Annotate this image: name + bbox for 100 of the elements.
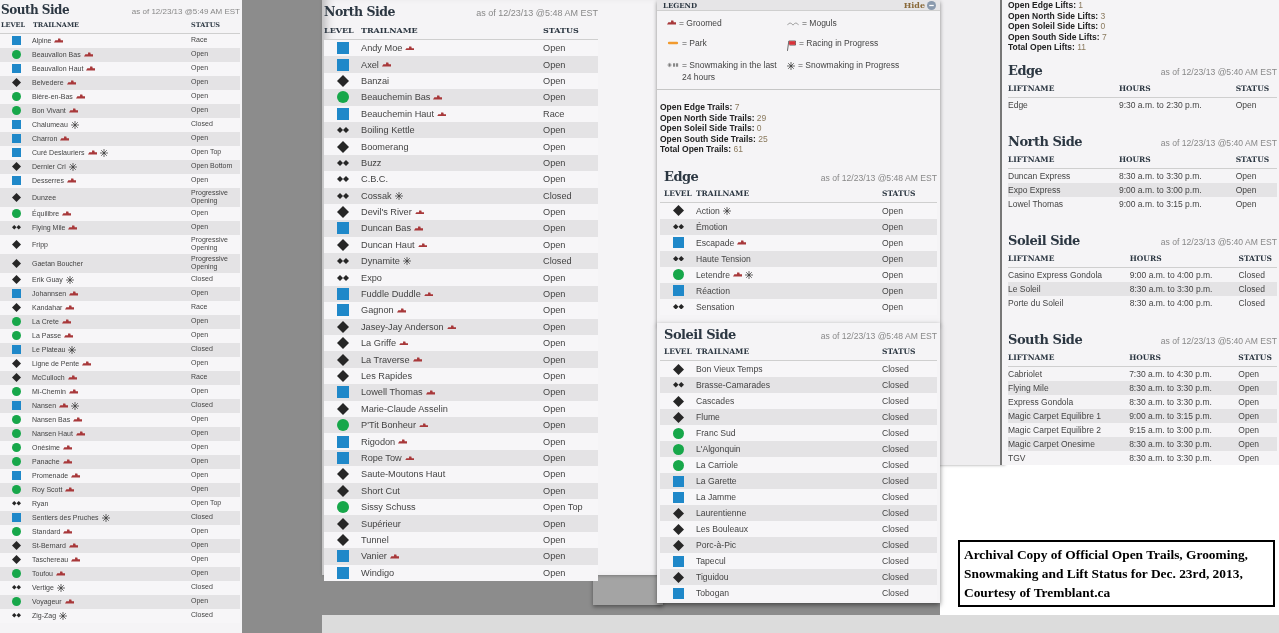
trail-name: Réaction xyxy=(696,285,730,296)
section-title: Soleil Side xyxy=(664,327,736,342)
moguls-icon xyxy=(787,20,799,26)
circle-icon xyxy=(672,443,684,455)
trail-status: Open xyxy=(543,485,567,496)
trail-status: Open xyxy=(543,321,567,332)
timestamp: as of 12/23/13 @5:48 AM EST xyxy=(476,8,598,18)
trail-name: Boomerang xyxy=(361,141,409,152)
trail-name: Letendre xyxy=(696,269,730,280)
circle-icon xyxy=(11,569,21,578)
lift-hours: 8:30 a.m. to 3:30 p.m. xyxy=(1129,450,1239,465)
lift-status: Open xyxy=(1238,394,1277,409)
circle-icon xyxy=(11,92,21,101)
lift-name: Flying Mile xyxy=(1008,380,1130,395)
lift-hours: 8:30 a.m. to 4:00 p.m. xyxy=(1129,295,1239,310)
section-title: Edge xyxy=(664,168,699,184)
trail-status: Closed xyxy=(882,444,910,454)
trail-name: Expo xyxy=(361,272,382,283)
trail-name: Sensation xyxy=(696,301,735,312)
trail-status: Closed xyxy=(543,256,573,267)
legend-label: = Groomed xyxy=(679,17,722,29)
lift-hours: 9:00 a.m. to 3:15 p.m. xyxy=(1129,408,1239,423)
trail-status: Open xyxy=(543,452,567,463)
square-icon xyxy=(336,42,349,55)
archival-note: Archival Copy of Official Open Trails, Grooming, Snowmaking and Lift Status for Dec. 23rd, 2013, Courtesy of Tremblant.ca xyxy=(958,540,1275,607)
trail-name: Rigodon xyxy=(361,436,396,447)
trail-status: Open xyxy=(543,125,567,136)
trail-name: Cossak xyxy=(361,190,392,201)
double-diamond-icon xyxy=(672,382,684,388)
lift-name: Express Gondola xyxy=(1008,394,1130,409)
double-diamond-icon xyxy=(11,501,21,506)
trail-name: Supérieur xyxy=(361,518,401,529)
trail-name: Porc-à-Pic xyxy=(696,540,737,550)
flag-icon xyxy=(787,40,796,51)
trail-name: Les Rapides xyxy=(361,371,413,381)
lift-count: Open South Side Lifts: 7 xyxy=(1008,31,1108,42)
trail-name: Saute-Moutons Haut xyxy=(361,469,446,480)
trail-name: Franc Sud xyxy=(696,428,736,438)
trail-status: Open xyxy=(543,207,567,218)
trail-name: La Griffe xyxy=(361,338,397,349)
square-icon xyxy=(11,134,21,143)
square-icon xyxy=(336,107,349,120)
square-icon xyxy=(672,491,684,503)
trail-name: Jasey-Jay Anderson xyxy=(361,321,444,332)
circle-icon xyxy=(11,317,21,326)
trail-name: Short Cut xyxy=(361,485,400,496)
trail-status: Closed xyxy=(882,412,910,422)
lift-status: Open xyxy=(1238,436,1277,451)
square-icon xyxy=(336,451,349,464)
column-header: STATUS xyxy=(543,25,580,35)
circle-icon xyxy=(11,457,21,466)
trail-count: Total Open Trails: 61 xyxy=(660,144,744,155)
trail-status: Open xyxy=(543,305,567,316)
square-icon xyxy=(11,401,21,410)
double-diamond-icon xyxy=(672,303,684,310)
square-icon xyxy=(336,550,349,563)
trail-status: Closed xyxy=(882,588,910,598)
diamond-icon xyxy=(11,78,21,87)
trail-status: Closed xyxy=(882,540,910,550)
trail-name: Windigo xyxy=(361,567,395,578)
trail-name: Banzai xyxy=(361,75,390,86)
circle-icon xyxy=(336,419,349,432)
trail-status: Race xyxy=(543,108,566,119)
lift-status: Open xyxy=(1238,450,1277,465)
trail-name: Boiling Kettle xyxy=(361,125,415,136)
trail-name: Sissy Schuss xyxy=(361,502,416,513)
diamond-icon xyxy=(672,507,684,519)
trail-status: Closed xyxy=(882,556,910,566)
timestamp: as of 12/23/13 @5:48 AM EST xyxy=(820,331,937,341)
double-diamond-icon xyxy=(336,274,349,281)
trail-status: Open xyxy=(882,269,905,280)
lift-hours: 8:30 a.m. to 3:30 p.m. xyxy=(1118,168,1236,183)
trail-status: Open xyxy=(543,551,567,562)
lift-hours: 8:30 a.m. to 3:30 p.m. xyxy=(1129,380,1239,395)
trail-name: La Carriole xyxy=(696,460,739,470)
trail-status: Closed xyxy=(882,364,910,374)
square-icon xyxy=(672,587,684,599)
circle-icon xyxy=(11,209,21,218)
circle-icon xyxy=(11,106,21,115)
trail-status: Open xyxy=(543,403,567,414)
trail-status: Open xyxy=(543,223,567,234)
diamond-icon xyxy=(11,192,21,202)
trail-status: Open xyxy=(543,289,567,300)
timestamp: as of 12/23/13 @5:49 AM EST xyxy=(131,7,240,16)
square-icon xyxy=(11,289,21,298)
hide-button[interactable]: Hide xyxy=(903,0,936,10)
trail-status: Open xyxy=(543,75,567,86)
section-title: South Side xyxy=(1008,331,1083,347)
trail-count: Open Edge Trails: 7 xyxy=(660,102,741,113)
trail-status: Closed xyxy=(882,428,910,438)
timestamp: as of 12/23/13 @5:40 AM EST xyxy=(1160,66,1277,77)
trail-count: Open South Side Trails: 25 xyxy=(660,133,769,144)
trail-name: Tobogan xyxy=(696,588,729,598)
square-icon xyxy=(336,566,349,579)
diamond-icon xyxy=(672,571,684,583)
circle-icon xyxy=(11,331,21,340)
trail-status: Open xyxy=(543,534,567,545)
lift-status: Open xyxy=(1238,422,1277,437)
circle-icon xyxy=(11,485,21,494)
square-icon xyxy=(11,64,21,73)
